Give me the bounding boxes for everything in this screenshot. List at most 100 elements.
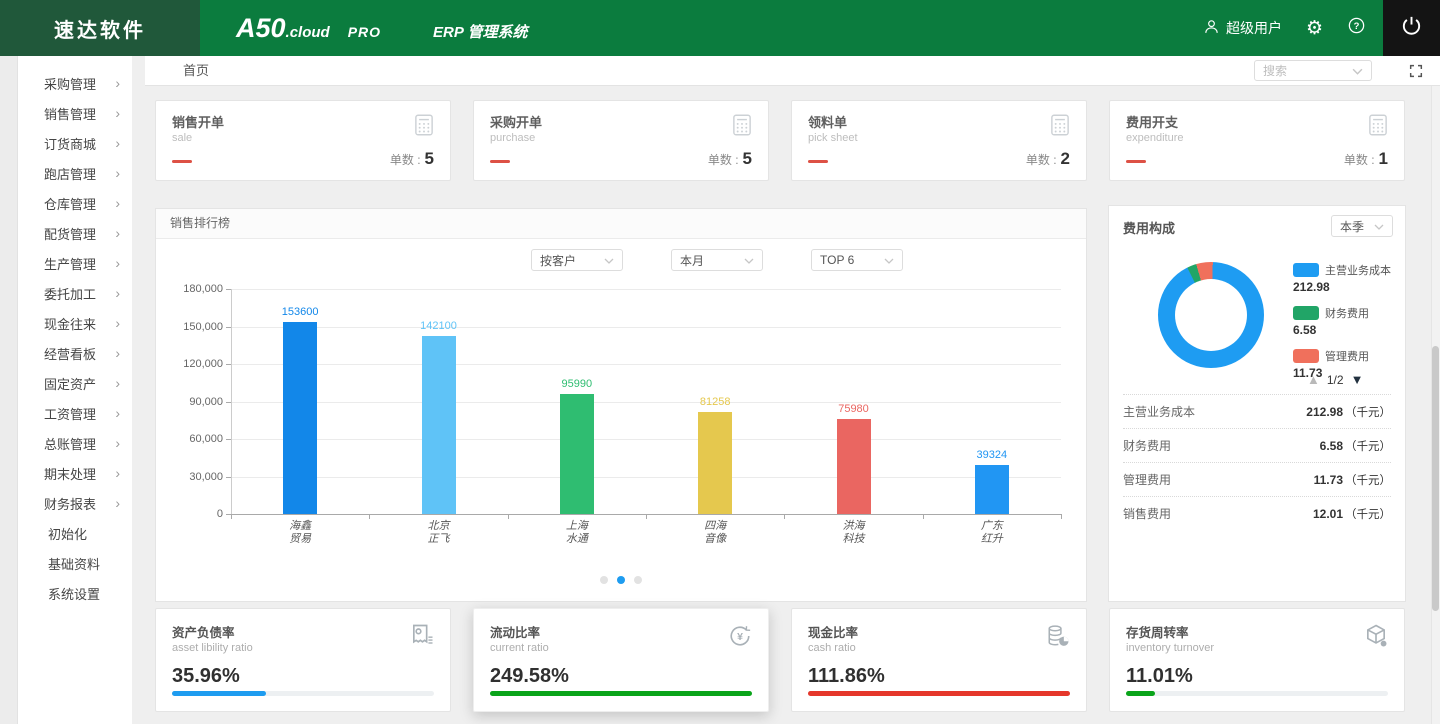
sidebar-item[interactable]: 期末处理› [18, 458, 132, 488]
current-user[interactable]: 超级用户 [1203, 18, 1282, 38]
sidebar: 采购管理›销售管理›订货商城›跑店管理›仓库管理›配货管理›生产管理›委托加工›… [18, 56, 132, 724]
ratio-card: 资产负债率asset libility ratio35.96% [155, 608, 451, 712]
bar [422, 336, 456, 514]
x-tick [1061, 514, 1062, 519]
expense-unit: （千元） [1345, 509, 1391, 521]
stat-card[interactable]: 采购开单purchase单数 :5 [473, 100, 769, 181]
stat-card-title: 销售开单 [172, 112, 434, 131]
progress-fill [808, 691, 1070, 696]
ratio-card-subtitle: inventory turnover [1126, 642, 1388, 654]
chevron-right-icon: › [115, 436, 120, 450]
search-input[interactable]: 搜索 [1254, 60, 1372, 81]
expense-composition-panel: 费用构成 本季 主营业务成本212.98财务费用6.58管理费用11.73 ▲ … [1108, 205, 1406, 602]
x-category-label: 北京正飞 [394, 520, 484, 546]
expense-label: 财务费用 [1123, 437, 1171, 454]
coins-icon [1044, 622, 1072, 655]
chevron-right-icon: › [115, 196, 120, 210]
carousel-dot[interactable] [617, 576, 625, 584]
sidebar-item[interactable]: 初始化 [18, 518, 132, 548]
select-value: TOP 6 [820, 253, 854, 267]
panel-title: 费用构成 [1123, 218, 1175, 237]
stat-card[interactable]: 领料单pick sheet单数 :2 [791, 100, 1087, 181]
legend-swatch [1293, 263, 1319, 277]
chevron-down-icon [604, 253, 614, 267]
count-value: 1 [1379, 149, 1388, 169]
fullscreen-icon[interactable] [1408, 63, 1424, 79]
bar-value-label: 95990 [532, 378, 622, 390]
gridline [231, 364, 1061, 365]
ratio-card: 流动比率current ratio¥249.58% [473, 608, 769, 712]
accent-dash [172, 160, 192, 163]
y-axis-label: 120,000 [163, 358, 223, 370]
sidebar-item[interactable]: 固定资产› [18, 368, 132, 398]
sidebar-item[interactable]: 订货商城› [18, 128, 132, 158]
calculator-icon [1047, 112, 1073, 143]
ratio-card-title: 现金比率 [808, 622, 1070, 641]
sidebar-item-label: 现金往来 [44, 314, 96, 333]
filter-period-select[interactable]: 本月 [671, 249, 763, 271]
sidebar-item-label: 总账管理 [44, 434, 96, 453]
sidebar-item[interactable]: 生产管理› [18, 248, 132, 278]
tab-home[interactable]: 首页 [175, 56, 217, 86]
bar-value-label: 142100 [394, 320, 484, 332]
ratio-value: 249.58% [490, 665, 752, 688]
carousel-dot[interactable] [634, 576, 642, 584]
bar [837, 419, 871, 514]
expense-value: 11.73 [1314, 473, 1343, 487]
sidebar-item-label: 仓库管理 [44, 194, 96, 213]
pager-up-icon[interactable]: ▲ [1307, 372, 1320, 387]
carousel-dot[interactable] [600, 576, 608, 584]
settings-gear-icon[interactable]: ⚙ [1306, 19, 1323, 38]
sidebar-item[interactable]: 总账管理 › [18, 428, 132, 458]
sidebar-item[interactable]: 经营看板› [18, 338, 132, 368]
count-label: 单数 : [390, 151, 421, 168]
count-label: 单数 : [1026, 151, 1057, 168]
sidebar-item[interactable]: 系统设置 [18, 578, 132, 608]
expense-unit: （千元） [1345, 475, 1391, 487]
svg-text:¥: ¥ [737, 631, 743, 643]
expense-value: 6.58 [1320, 439, 1343, 453]
chevron-right-icon: › [115, 76, 120, 90]
filter-dimension-select[interactable]: 按客户 [531, 249, 623, 271]
sidebar-item[interactable]: 委托加工› [18, 278, 132, 308]
count-label: 单数 : [1344, 151, 1375, 168]
sidebar-item[interactable]: 基础资料 [18, 548, 132, 578]
legend-item[interactable]: 主营业务成本212.98 [1293, 262, 1391, 294]
legend-pager: ▲ 1/2 ▼ [1307, 372, 1363, 387]
expense-row: 管理费用11.73（千元） [1123, 462, 1391, 496]
y-axis-label: 90,000 [163, 396, 223, 408]
chevron-right-icon: › [115, 376, 120, 390]
gridline [231, 477, 1061, 478]
logout-power-button[interactable] [1383, 0, 1440, 56]
legend-item[interactable]: 财务费用6.58 [1293, 305, 1391, 337]
stat-card[interactable]: 销售开单sale单数 :5 [155, 100, 451, 181]
bar-value-label: 153600 [255, 306, 345, 318]
sidebar-item[interactable]: 配货管理› [18, 218, 132, 248]
sidebar-item[interactable]: 工资管理› [18, 398, 132, 428]
sidebar-item[interactable]: 销售管理› [18, 98, 132, 128]
sidebar-item[interactable]: 跑店管理› [18, 158, 132, 188]
chevron-right-icon: › [115, 106, 120, 120]
donut-chart [1158, 262, 1264, 368]
expense-unit: （千元） [1345, 407, 1391, 419]
ratio-card-subtitle: cash ratio [808, 642, 1070, 654]
ratio-value: 111.86% [808, 665, 1070, 688]
filter-top-select[interactable]: TOP 6 [811, 249, 903, 271]
scrollbar-thumb[interactable] [1432, 346, 1439, 611]
sidebar-item[interactable]: 财务报表› [18, 488, 132, 518]
chevron-right-icon: › [115, 346, 120, 360]
sidebar-item[interactable]: 现金往来› [18, 308, 132, 338]
bar-value-label: 81258 [670, 396, 760, 408]
page-scrollbar [1431, 56, 1440, 724]
pager-down-icon[interactable]: ▼ [1351, 372, 1364, 387]
progress-track [1126, 691, 1388, 696]
expense-period-select[interactable]: 本季 [1331, 215, 1393, 237]
sidebar-item[interactable]: 采购管理› [18, 68, 132, 98]
stat-card[interactable]: 费用开支expenditure单数 :1 [1109, 100, 1405, 181]
chevron-down-icon [1352, 64, 1363, 78]
count-value: 2 [1061, 149, 1070, 169]
sidebar-item-label: 生产管理 [44, 254, 96, 273]
sidebar-item[interactable]: 仓库管理 › [18, 188, 132, 218]
help-icon[interactable]: ? [1347, 16, 1366, 40]
x-tick [646, 514, 647, 519]
